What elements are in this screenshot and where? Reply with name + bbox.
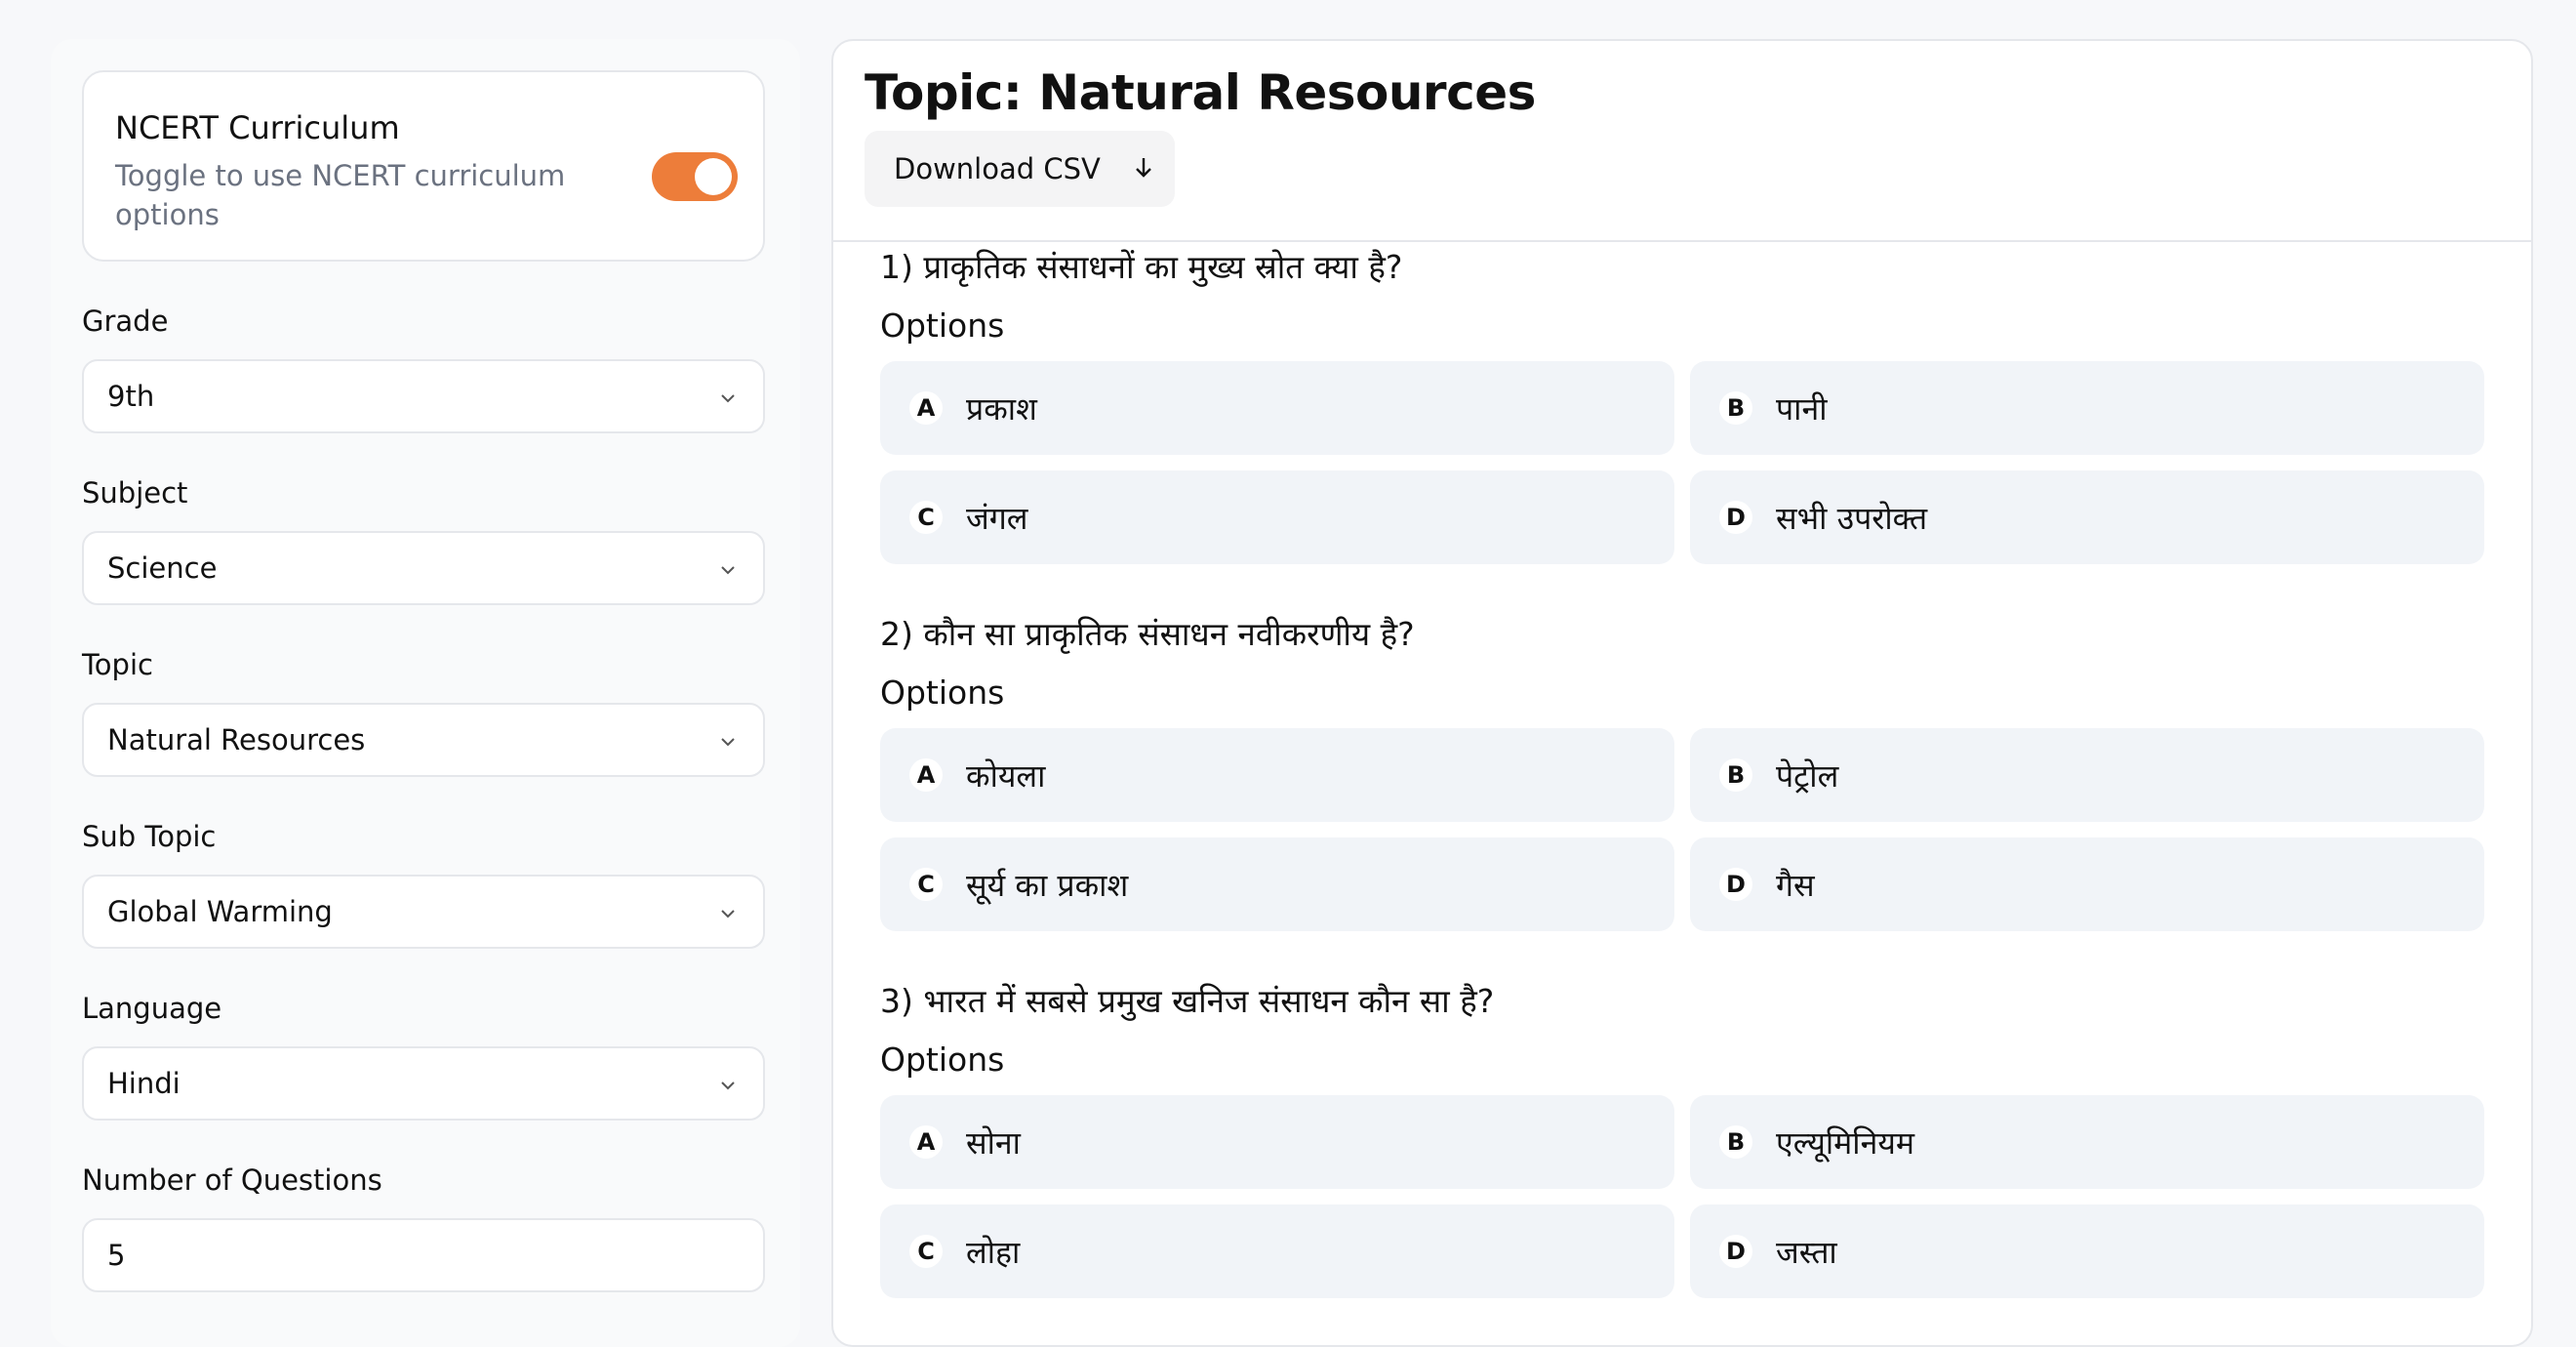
option-card[interactable]: D गैस [1690,837,2484,931]
option-letter: A [909,391,943,425]
arrow-down-icon [1136,158,1151,178]
quiz-panel: Topic: Natural Resources Download CSV 1)… [831,39,2533,1347]
chevron-down-icon [721,394,735,403]
option-text: जस्ता [1776,1234,1837,1271]
option-card[interactable]: C जंगल [880,470,1674,564]
option-text: सभी उपरोक्त [1776,500,1928,537]
options-label: Options [880,1041,1005,1079]
question-text: 3) भारत में सबसे प्रमुख खनिज संसाधन कौन … [880,982,1495,1020]
num-questions-input[interactable]: 5 [82,1218,765,1292]
option-text: एल्यूमिनियम [1776,1124,1915,1162]
option-letter: A [909,1125,943,1159]
option-letter: D [1719,1235,1752,1268]
grade-value: 9th [107,380,155,413]
settings-sidebar: NCERT Curriculum Toggle to use NCERT cur… [51,39,800,1347]
option-text: सोना [966,1124,1021,1162]
option-letter: C [909,501,943,534]
option-text: प्रकाश [966,390,1037,428]
header-divider [833,240,2531,242]
language-label: Language [82,992,222,1025]
option-letter: B [1719,1125,1752,1159]
option-text: गैस [1776,867,1815,904]
num-questions-value: 5 [107,1239,126,1272]
option-text: पानी [1776,390,1828,428]
option-card[interactable]: B पानी [1690,361,2484,455]
option-text: लोहा [966,1234,1021,1271]
language-value: Hindi [107,1067,181,1100]
option-card[interactable]: C लोहा [880,1204,1674,1298]
topic-label: Topic [82,648,153,681]
options-label: Options [880,306,1005,345]
option-letter: A [909,758,943,792]
ncert-description: Toggle to use NCERT curriculum options [115,159,566,231]
subject-select[interactable]: Science [82,531,765,605]
question-text: 1) प्राकृतिक संसाधनों का मुख्य स्रोत क्य… [880,248,1403,286]
option-text: सूर्य का प्रकाश [966,867,1129,904]
option-text: जंगल [966,500,1028,537]
option-letter: D [1719,501,1752,534]
grade-select[interactable]: 9th [82,359,765,433]
option-card[interactable]: D जस्ता [1690,1204,2484,1298]
option-text: पेट्रोल [1776,757,1839,795]
option-letter: C [909,1235,943,1268]
option-card[interactable]: B एल्यूमिनियम [1690,1095,2484,1189]
language-select[interactable]: Hindi [82,1046,765,1121]
option-card[interactable]: A प्रकाश [880,361,1674,455]
subject-label: Subject [82,476,188,510]
num-questions-label: Number of Questions [82,1163,382,1197]
chevron-down-icon [721,910,735,918]
topic-value: Natural Resources [107,723,366,756]
grade-label: Grade [82,305,169,338]
option-card[interactable]: D सभी उपरोक्त [1690,470,2484,564]
chevron-down-icon [721,566,735,575]
ncert-toggle-switch[interactable] [652,152,738,201]
option-card[interactable]: A सोना [880,1095,1674,1189]
topic-select[interactable]: Natural Resources [82,703,765,777]
ncert-toggle-card: NCERT Curriculum Toggle to use NCERT cur… [82,70,765,262]
option-letter: C [909,868,943,901]
sub-topic-select[interactable]: Global Warming [82,875,765,949]
page-title: Topic: Natural Resources [865,64,1536,121]
option-letter: B [1719,758,1752,792]
chevron-down-icon [721,738,735,747]
toggle-knob [695,158,732,195]
option-text: कोयला [966,757,1046,795]
sub-topic-label: Sub Topic [82,820,217,853]
option-letter: D [1719,868,1752,901]
option-card[interactable]: C सूर्य का प्रकाश [880,837,1674,931]
ncert-title: NCERT Curriculum [115,109,400,146]
sub-topic-value: Global Warming [107,895,333,928]
download-csv-button[interactable]: Download CSV [865,131,1175,207]
subject-value: Science [107,551,218,585]
options-label: Options [880,674,1005,712]
option-card[interactable]: A कोयला [880,728,1674,822]
question-text: 2) कौन सा प्राकृतिक संसाधन नवीकरणीय है? [880,615,1415,653]
chevron-down-icon [721,1082,735,1090]
download-csv-label: Download CSV [894,152,1101,185]
option-card[interactable]: B पेट्रोल [1690,728,2484,822]
option-letter: B [1719,391,1752,425]
